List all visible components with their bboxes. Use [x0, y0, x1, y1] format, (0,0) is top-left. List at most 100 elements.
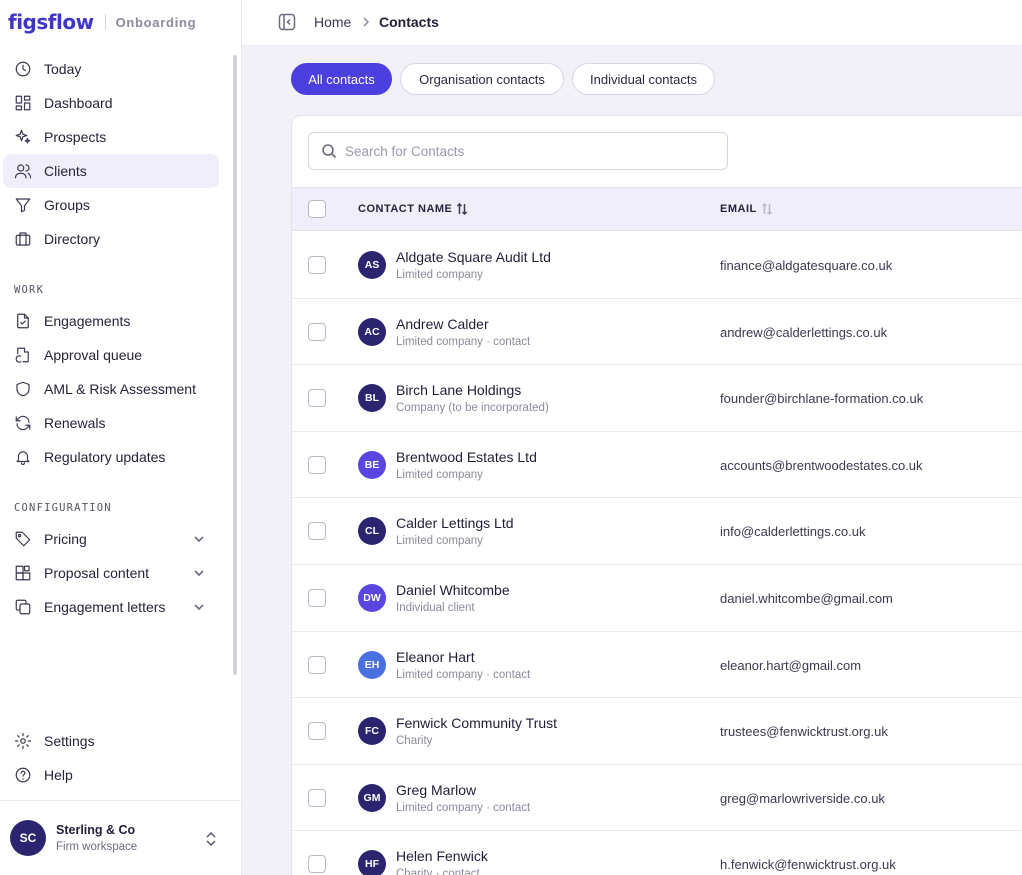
- contact-email: accounts@brentwoodestates.co.uk: [720, 457, 923, 473]
- column-header-contact-name[interactable]: CONTACT NAME: [358, 203, 468, 215]
- avatar: HF: [358, 850, 386, 875]
- avatar: EH: [358, 650, 386, 679]
- tab-all-contacts[interactable]: All contacts: [291, 63, 392, 95]
- sidebar-scrollbar[interactable]: [233, 55, 237, 675]
- contact-name[interactable]: Aldgate Square Audit Ltd: [396, 249, 551, 265]
- contact-email: andrew@calderlettings.co.uk: [720, 324, 888, 340]
- column-header-email[interactable]: EMAIL: [720, 203, 773, 215]
- search-box[interactable]: [308, 132, 728, 170]
- contact-name[interactable]: Andrew Calder: [396, 316, 489, 332]
- breadcrumb-home[interactable]: Home: [314, 14, 351, 30]
- avatar: BE: [358, 450, 386, 479]
- sidebar-item-groups[interactable]: Groups: [3, 188, 219, 222]
- tag-icon: [13, 529, 33, 549]
- sidebar-item-settings[interactable]: Settings: [3, 724, 219, 758]
- contact-type: Individual client: [396, 602, 475, 614]
- table-row[interactable]: DW Daniel Whitcombe Individual client danie…: [292, 565, 1022, 632]
- sidebar-item-label: Renewals: [44, 415, 106, 431]
- contact-name[interactable]: Brentwood Estates Ltd: [396, 449, 537, 465]
- sidebar-collapse-icon[interactable]: [278, 13, 296, 31]
- table-row[interactable]: FC Fenwick Community Trust Charity trustees…: [292, 698, 1022, 765]
- sort-icon[interactable]: [456, 203, 468, 215]
- sidebar-item-regulatory-updates[interactable]: Regulatory updates: [3, 440, 219, 474]
- sidebar-item-renewals[interactable]: Renewals: [3, 406, 219, 440]
- sidebar-item-prospects[interactable]: Prospects: [3, 120, 219, 154]
- chevron-down-icon[interactable]: [193, 532, 207, 546]
- row-checkbox[interactable]: [308, 722, 326, 741]
- table-row[interactable]: BE Brentwood Estates Ltd Limited company ac…: [292, 432, 1022, 499]
- avatar: AC: [358, 317, 386, 346]
- table-row[interactable]: AS Aldgate Square Audit Ltd Limited compan…: [292, 232, 1022, 299]
- column-header-label: CONTACT NAME: [358, 203, 453, 215]
- row-checkbox[interactable]: [308, 522, 326, 541]
- workspace-name: Sterling & Co: [56, 823, 136, 837]
- contact-email: trustees@fenwicktrust.org.uk: [720, 724, 888, 740]
- sidebar-item-aml-risk[interactable]: AML & Risk Assessment: [3, 372, 219, 406]
- contact-type: Limited company: [396, 468, 483, 481]
- sidebar-item-label: Approval queue: [44, 347, 143, 363]
- sparkle-icon: [13, 127, 33, 147]
- row-checkbox[interactable]: [308, 589, 326, 607]
- shield-icon: [13, 379, 33, 399]
- sidebar-item-label: Help: [44, 767, 73, 783]
- workspace-switcher[interactable]: SC Sterling & Co Firm workspace: [0, 800, 241, 875]
- brand-logo[interactable]: figsflow: [8, 10, 94, 34]
- section-label-work: WORK: [14, 284, 45, 296]
- sidebar-item-label: Proposal content: [44, 565, 150, 581]
- chevron-right-icon: [362, 15, 372, 27]
- sidebar-item-engagement-letters[interactable]: Engagement letters: [3, 590, 219, 624]
- avatar: DW: [358, 584, 386, 612]
- sidebar-item-dashboard[interactable]: Dashboard: [3, 86, 219, 120]
- table-row[interactable]: AC Andrew Calder Limited company · contact…: [292, 299, 1022, 366]
- search-icon: [322, 144, 337, 159]
- table-row[interactable]: EH Eleanor Hart Limited company · contact e…: [292, 632, 1022, 699]
- table-row[interactable]: GM Greg Marlow Limited company · contact gr…: [292, 765, 1022, 832]
- chevron-down-icon[interactable]: [193, 566, 207, 580]
- row-checkbox[interactable]: [308, 788, 326, 807]
- row-checkbox[interactable]: [308, 855, 326, 874]
- contact-name[interactable]: Helen Fenwick: [396, 848, 488, 864]
- sidebar-item-directory[interactable]: Directory: [3, 222, 219, 256]
- contact-email: founder@birchlane-formation.co.uk: [720, 391, 924, 407]
- avatar: CL: [358, 517, 386, 546]
- filter-icon: [13, 195, 33, 215]
- sort-icon[interactable]: [761, 203, 773, 215]
- contact-name[interactable]: Eleanor Hart: [396, 649, 475, 665]
- contact-email: finance@aldgatesquare.co.uk: [720, 258, 893, 273]
- sidebar-item-label: Regulatory updates: [44, 449, 166, 465]
- contact-name[interactable]: Birch Lane Holdings: [396, 382, 521, 398]
- sidebar-item-clients[interactable]: Clients: [3, 154, 219, 188]
- sidebar-item-proposal-content[interactable]: Proposal content: [3, 556, 219, 590]
- contact-name[interactable]: Daniel Whitcombe: [396, 582, 510, 598]
- sidebar-item-label: Directory: [44, 231, 101, 247]
- sidebar-item-label: Pricing: [44, 531, 87, 547]
- chevron-down-icon[interactable]: [193, 600, 207, 614]
- table-row[interactable]: HF Helen Fenwick Charity · contact h.fenwic…: [292, 831, 1022, 875]
- select-all-checkbox[interactable]: [308, 200, 326, 218]
- top-bar: Home Contacts: [242, 0, 1022, 46]
- row-checkbox[interactable]: [308, 256, 326, 274]
- file-check-icon: [13, 311, 33, 331]
- sidebar-item-label: Prospects: [44, 129, 107, 145]
- chevron-up-down-icon[interactable]: [204, 831, 220, 849]
- tab-organisation-contacts[interactable]: Organisation contacts: [400, 63, 564, 95]
- blocks-icon: [13, 563, 33, 583]
- brand-header: figsflow Onboarding: [8, 10, 196, 34]
- contact-name[interactable]: Calder Lettings Ltd: [396, 515, 514, 531]
- grid-icon: [13, 93, 33, 113]
- sidebar-item-pricing[interactable]: Pricing: [3, 522, 219, 556]
- contact-name[interactable]: Greg Marlow: [396, 782, 476, 798]
- sidebar-item-approval-queue[interactable]: Approval queue: [3, 338, 219, 372]
- table-row[interactable]: CL Calder Lettings Ltd Limited company info…: [292, 498, 1022, 565]
- row-checkbox[interactable]: [308, 455, 326, 474]
- sidebar-item-help[interactable]: Help: [3, 758, 219, 792]
- tab-individual-contacts[interactable]: Individual contacts: [572, 63, 715, 95]
- row-checkbox[interactable]: [308, 389, 326, 408]
- row-checkbox[interactable]: [308, 322, 326, 341]
- search-input[interactable]: [345, 143, 715, 159]
- sidebar-item-engagements[interactable]: Engagements: [3, 304, 219, 338]
- row-checkbox[interactable]: [308, 655, 326, 674]
- table-row[interactable]: BL Birch Lane Holdings Company (to be inco…: [292, 365, 1022, 432]
- sidebar-item-today[interactable]: Today: [3, 52, 219, 86]
- contact-name[interactable]: Fenwick Community Trust: [396, 715, 557, 731]
